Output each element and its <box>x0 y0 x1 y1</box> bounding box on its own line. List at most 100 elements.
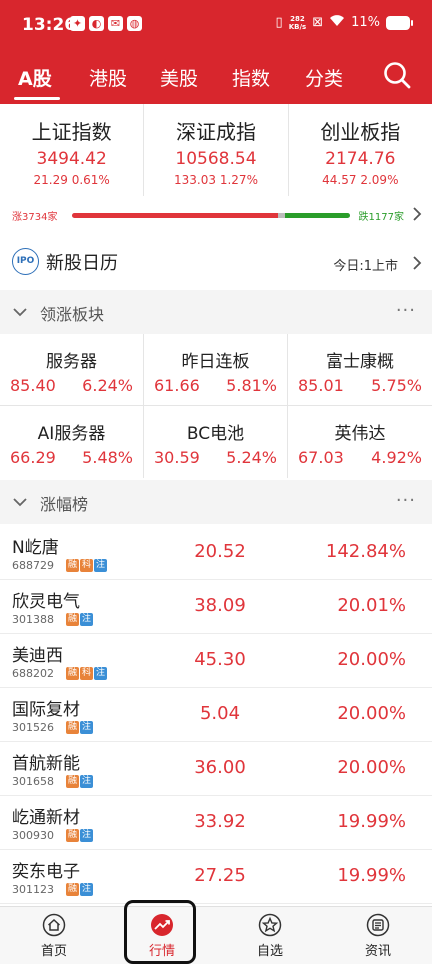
ipo-icon: IPO <box>12 248 39 275</box>
index-change-amount: 133.03 <box>174 173 217 187</box>
nav-market-highlight <box>124 900 196 964</box>
notification-icon: ✦ <box>70 16 85 31</box>
index-name: 上证指数 <box>31 120 112 144</box>
stock-name: 奕东电子 <box>12 862 80 882</box>
wechat-icon: ◍ <box>127 16 142 31</box>
top-gainers-header[interactable]: 涨幅榜 ··· <box>0 480 432 524</box>
nav-news[interactable]: 资讯 <box>324 907 432 964</box>
stock-tag: 融 <box>66 721 79 734</box>
index-change-pct: 2.09% <box>360 173 399 187</box>
stock-change-pct: 19.99% <box>337 865 406 886</box>
table-row[interactable]: 欣灵电气 301388 融注 38.09 20.01% <box>0 580 432 634</box>
tab-indices[interactable]: 指数 <box>232 64 270 91</box>
sector-name: 英伟达 <box>334 424 386 444</box>
table-row[interactable]: 屹通新材 300930 融注 33.92 19.99% <box>0 796 432 850</box>
stock-change-pct: 142.84% <box>325 541 406 562</box>
stock-tag: 融 <box>66 883 79 896</box>
stock-code: 301658 <box>12 775 54 788</box>
sector-value: 85.40 <box>10 376 56 395</box>
bottom-navigation: 首页 行情 自选 资讯 <box>0 906 432 964</box>
top-gainers-list: N屹唐 688729 融科注 20.52 142.84% 欣灵电气 301388 融注 38.0… <box>0 526 432 906</box>
breadth-bar-up <box>72 213 278 218</box>
stock-code: 301388 <box>12 613 54 626</box>
sector-name: BC电池 <box>186 424 245 444</box>
status-right: ▯ 282 KB/s ⊠ 11% <box>275 14 413 31</box>
netspeed-value: 282 <box>290 14 305 23</box>
nav-home[interactable]: 首页 <box>0 907 108 964</box>
sector-card[interactable]: 昨日连板 61.66 5.81% <box>144 334 288 406</box>
sector-value: 85.01 <box>298 376 344 395</box>
sector-card[interactable]: 英伟达 67.03 4.92% <box>288 406 432 478</box>
stock-code: 688202 <box>12 667 54 680</box>
stock-tags: 融科注 <box>66 667 107 680</box>
leading-sectors-header[interactable]: 领涨板块 ··· <box>0 290 432 334</box>
table-row[interactable]: 首航新能 301658 融注 36.00 20.00% <box>0 742 432 796</box>
stock-name: 首航新能 <box>12 754 80 774</box>
stock-tag: 注 <box>80 883 93 896</box>
market-breadth[interactable]: 涨3734家 跌1177家 <box>0 196 432 232</box>
advancers-count: 涨3734家 <box>12 212 58 223</box>
table-row[interactable]: N屹唐 688729 融科注 20.52 142.84% <box>0 526 432 580</box>
news-icon <box>366 913 390 937</box>
index-change: 44.57 2.09% <box>289 173 432 187</box>
stock-price: 20.52 <box>194 541 246 562</box>
stock-price: 38.09 <box>194 595 246 616</box>
app-header: 13:26 ✦ ◐ ✉ ◍ ▯ 282 KB/s ⊠ 11% A股 港股 美股 … <box>0 0 432 104</box>
stock-tag: 注 <box>80 613 93 626</box>
ipo-calendar-row[interactable]: IPO 新股日历 今日:1上市 <box>0 240 432 286</box>
index-card-chinext[interactable]: 创业板指 2174.76 44.57 2.09% <box>289 104 432 196</box>
tab-hk-stocks[interactable]: 港股 <box>89 64 127 91</box>
table-row[interactable]: 奕东电子 301123 融注 27.25 19.99% <box>0 850 432 904</box>
sector-values: 85.40 6.24% <box>0 376 143 395</box>
sector-name: 昨日连板 <box>181 352 250 372</box>
stock-change-pct: 19.99% <box>337 811 406 832</box>
stock-tag: 融 <box>66 667 79 680</box>
index-change-pct: 1.27% <box>219 173 258 187</box>
more-options-icon[interactable]: ··· <box>396 300 416 321</box>
sector-card[interactable]: 富士康概 85.01 5.75% <box>288 334 432 406</box>
sector-values: 61.66 5.81% <box>144 376 287 395</box>
stock-price: 36.00 <box>194 757 246 778</box>
signal-off-icon: ⊠ <box>312 15 324 30</box>
index-value: 2174.76 <box>325 149 396 169</box>
index-card-shenzhen[interactable]: 深证成指 10568.54 133.03 1.27% <box>144 104 289 196</box>
stock-tag: 注 <box>80 721 93 734</box>
stock-tag: 注 <box>80 775 93 788</box>
sector-card[interactable]: 服务器 85.40 6.24% <box>0 334 144 406</box>
tab-us-stocks[interactable]: 美股 <box>160 64 198 91</box>
sector-name: 富士康概 <box>326 352 394 372</box>
stock-name: 屹通新材 <box>12 808 80 828</box>
stock-tags: 融科注 <box>66 559 107 572</box>
stock-change-pct: 20.00% <box>337 703 406 724</box>
ipo-calendar-title: 新股日历 <box>46 253 118 274</box>
sector-value: 66.29 <box>10 448 56 467</box>
search-icon[interactable] <box>382 60 412 90</box>
sector-card[interactable]: AI服务器 66.29 5.48% <box>0 406 144 478</box>
index-card-shanghai[interactable]: 上证指数 3494.42 21.29 0.61% <box>0 104 145 196</box>
vibrate-icon: ▯ <box>275 15 283 30</box>
leading-sectors-grid: 服务器 85.40 6.24% 昨日连板 61.66 5.81% 富士康概 85… <box>0 334 432 478</box>
chevron-right-icon <box>413 207 422 221</box>
stock-price: 45.30 <box>194 649 246 670</box>
stock-tags: 融注 <box>66 883 93 896</box>
table-row[interactable]: 国际复材 301526 融注 5.04 20.00% <box>0 688 432 742</box>
sector-card[interactable]: BC电池 30.59 5.24% <box>144 406 288 478</box>
section-title: 领涨板块 <box>40 305 105 324</box>
index-change: 133.03 1.27% <box>144 173 287 187</box>
stock-tag: 融 <box>66 613 79 626</box>
stock-name: 欣灵电气 <box>12 592 80 612</box>
stock-tag: 科 <box>80 667 93 680</box>
stock-tags: 融注 <box>66 775 93 788</box>
more-options-icon[interactable]: ··· <box>396 490 416 511</box>
message-icon: ✉ <box>108 16 123 31</box>
index-change-pct: 0.61% <box>71 173 110 187</box>
tab-a-shares[interactable]: A股 <box>18 64 52 91</box>
sector-pct: 5.75% <box>371 376 422 395</box>
nav-watchlist[interactable]: 自选 <box>216 907 324 964</box>
index-value: 3494.42 <box>36 149 107 169</box>
stock-tag: 融 <box>66 829 79 842</box>
nav-label: 首页 <box>40 944 67 959</box>
stock-tags: 融注 <box>66 613 93 626</box>
tab-categories[interactable]: 分类 <box>305 64 343 91</box>
table-row[interactable]: 美迪西 688202 融科注 45.30 20.00% <box>0 634 432 688</box>
